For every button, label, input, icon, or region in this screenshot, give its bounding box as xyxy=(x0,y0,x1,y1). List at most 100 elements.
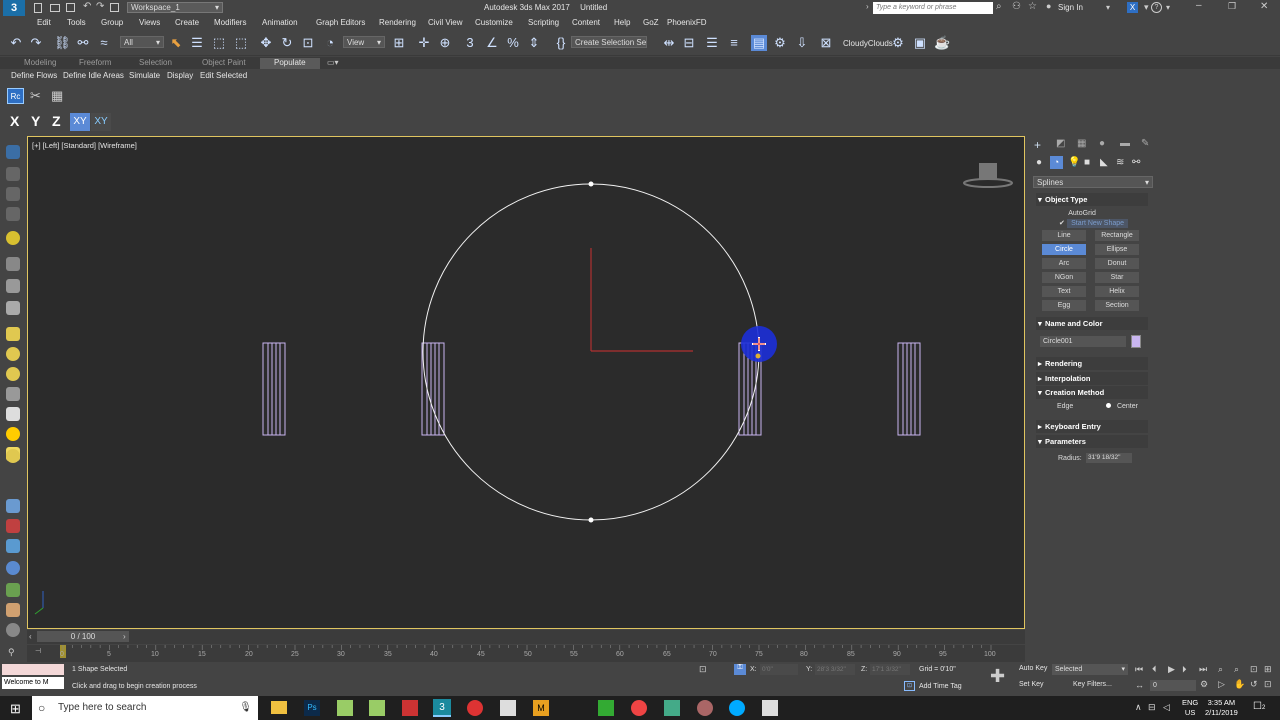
move-icon[interactable]: ✥ xyxy=(258,35,274,51)
add-time-tag-button[interactable]: Add Time Tag xyxy=(919,683,962,690)
tab-modeling[interactable]: Modeling xyxy=(24,58,56,67)
percent-snap-icon[interactable]: % xyxy=(505,35,521,51)
x-coord-input[interactable]: 0'0" xyxy=(760,664,798,675)
ref-coord-dropdown[interactable]: View ▾ xyxy=(343,36,385,48)
menu-civil-view[interactable]: Civil View xyxy=(428,18,463,27)
scale-icon[interactable]: ⊡ xyxy=(300,35,316,51)
arc-button[interactable]: Arc xyxy=(1042,258,1086,269)
network-icon[interactable]: ⚇ xyxy=(1012,1,1021,12)
cart-icon[interactable]: ▾ xyxy=(1144,2,1149,13)
help-icon[interactable]: ? xyxy=(1151,2,1162,13)
lights-category-icon[interactable]: 💡 xyxy=(1068,157,1080,168)
time-prev-icon[interactable]: ‹ xyxy=(29,632,32,641)
grid-icon[interactable]: ▦ xyxy=(51,88,63,104)
app-red-icon[interactable] xyxy=(467,700,483,716)
donut-button[interactable]: Donut xyxy=(1095,258,1139,269)
pillar-2[interactable] xyxy=(421,342,445,436)
tab-freeform[interactable]: Freeform xyxy=(79,58,111,67)
systems-category-icon[interactable]: ⚯ xyxy=(1132,157,1140,168)
time-tag-icon[interactable]: ⊡ xyxy=(904,681,915,691)
display-button[interactable]: Display xyxy=(167,71,193,80)
rectangle-button[interactable]: Rectangle xyxy=(1095,230,1139,241)
center-radio[interactable]: Center xyxy=(1106,403,1138,410)
viewport-canvas[interactable] xyxy=(27,136,1025,629)
start-new-shape-button[interactable]: Start New Shape xyxy=(1067,219,1129,228)
shapes-category-icon[interactable]: ◔ xyxy=(1050,156,1063,169)
link-icon[interactable]: ⛓ xyxy=(54,35,71,51)
object-name-input[interactable]: Circle001 xyxy=(1040,336,1126,347)
menu-edit[interactable]: Edit xyxy=(37,18,51,27)
menu-graph-editors[interactable]: Graph Editors xyxy=(316,18,365,27)
keyboard-shortcut-icon[interactable]: ⊕ xyxy=(437,35,453,51)
rotate-icon[interactable]: ↻ xyxy=(279,35,295,51)
current-frame-input[interactable]: 0 xyxy=(1150,680,1196,691)
spacewarps-category-icon[interactable]: ≋ xyxy=(1116,157,1124,168)
axis-x-button[interactable]: X xyxy=(10,113,19,129)
tab-object-paint[interactable]: Object Paint xyxy=(202,58,246,67)
leaf-icon[interactable] xyxy=(6,583,20,597)
cone-icon[interactable] xyxy=(6,407,20,421)
brush-icon[interactable] xyxy=(6,603,20,617)
globe-icon[interactable] xyxy=(6,561,20,575)
circle-vertex-bottom[interactable] xyxy=(588,517,594,523)
chevron-down-icon[interactable]: ▾ xyxy=(1106,3,1110,12)
bone-icon[interactable] xyxy=(6,257,20,271)
keyboard-entry-rollout[interactable]: ▸ Keyboard Entry xyxy=(1036,420,1148,433)
axis-z-button[interactable]: Z xyxy=(52,113,61,129)
geometry-category-icon[interactable]: ● xyxy=(1036,157,1042,168)
hierarchy-tab-icon[interactable]: ▦ xyxy=(1077,138,1086,149)
undo-quick-icon[interactable]: ↶ xyxy=(83,1,91,12)
scene-explorer-icon[interactable]: ▤ xyxy=(751,35,767,51)
layer-icon[interactable] xyxy=(6,167,20,181)
snaps-toggle-icon[interactable]: 3 xyxy=(462,35,478,51)
pan-icon[interactable]: ✋ xyxy=(1234,679,1245,690)
y-coord-input[interactable]: 28'3 3/32" xyxy=(815,664,855,675)
signin-label[interactable]: Sign In xyxy=(1058,3,1083,12)
line-button[interactable]: Line xyxy=(1042,230,1086,241)
rect-selection-icon[interactable]: ⬚ xyxy=(211,35,227,51)
wand-icon[interactable] xyxy=(6,519,20,533)
prev-frame-icon[interactable]: ⏴ xyxy=(1152,664,1157,675)
menu-create[interactable]: Create xyxy=(175,18,199,27)
interpolation-rollout[interactable]: ▸ Interpolation xyxy=(1036,372,1148,385)
parameters-rollout[interactable]: ▾ Parameters xyxy=(1036,435,1148,448)
key-mode-toggle-icon[interactable]: ↔ xyxy=(1135,680,1144,690)
scene-icon[interactable] xyxy=(6,207,20,221)
menu-views[interactable]: Views xyxy=(139,18,160,27)
light-icon[interactable] xyxy=(6,231,20,245)
isolate-icon[interactable]: ⊡ xyxy=(699,664,707,675)
goto-end-icon[interactable]: ⏭ xyxy=(1199,664,1207,675)
motion-tab-icon[interactable]: ● xyxy=(1099,138,1105,149)
chrome-icon[interactable] xyxy=(631,700,647,716)
window-crossing-icon[interactable]: ⬚ xyxy=(233,35,249,51)
app-m-icon[interactable]: M xyxy=(533,700,549,716)
play-icon[interactable]: ▶ xyxy=(1168,664,1175,675)
trackbar-key-icon[interactable]: ⊣ xyxy=(35,647,41,655)
sun-icon[interactable] xyxy=(6,427,20,441)
set-key-big-icon[interactable]: ✚ xyxy=(990,666,1005,687)
cameras-category-icon[interactable]: ■ xyxy=(1084,157,1090,168)
time-config-icon[interactable]: ⚙ xyxy=(1200,679,1208,690)
menu-goz[interactable]: GoZ xyxy=(643,18,659,27)
app-edit-icon[interactable] xyxy=(664,700,680,716)
time-next-icon[interactable]: › xyxy=(123,632,126,641)
undo-icon[interactable]: ↶ xyxy=(8,35,24,51)
project-icon[interactable] xyxy=(110,3,119,12)
key-filters-button[interactable]: Key Filters... xyxy=(1073,681,1112,688)
toggle-ribbon-icon[interactable]: ≡ xyxy=(726,35,742,51)
material-editor-icon[interactable]: ⊠ xyxy=(818,35,834,51)
rendered-frame-icon[interactable]: ▣ xyxy=(912,35,928,51)
schematic-view-icon[interactable]: ⇩ xyxy=(794,35,810,51)
file-explorer-icon[interactable] xyxy=(271,701,287,714)
tray-chevron-icon[interactable]: ∧ xyxy=(1135,702,1142,713)
app-green-icon[interactable] xyxy=(337,700,353,716)
zoom-all-icon[interactable]: ⌕ xyxy=(1234,664,1239,675)
text-button[interactable]: Text xyxy=(1042,286,1086,297)
placement-icon[interactable]: ◔ xyxy=(322,35,338,51)
app-white-icon[interactable] xyxy=(500,700,516,716)
menu-help[interactable]: Help xyxy=(614,18,630,27)
plant-icon[interactable] xyxy=(6,387,20,401)
angle-snap-icon[interactable]: ∠ xyxy=(484,35,500,51)
camera-icon[interactable] xyxy=(6,301,20,315)
tray-network-icon[interactable]: ⊟ xyxy=(1148,702,1156,713)
